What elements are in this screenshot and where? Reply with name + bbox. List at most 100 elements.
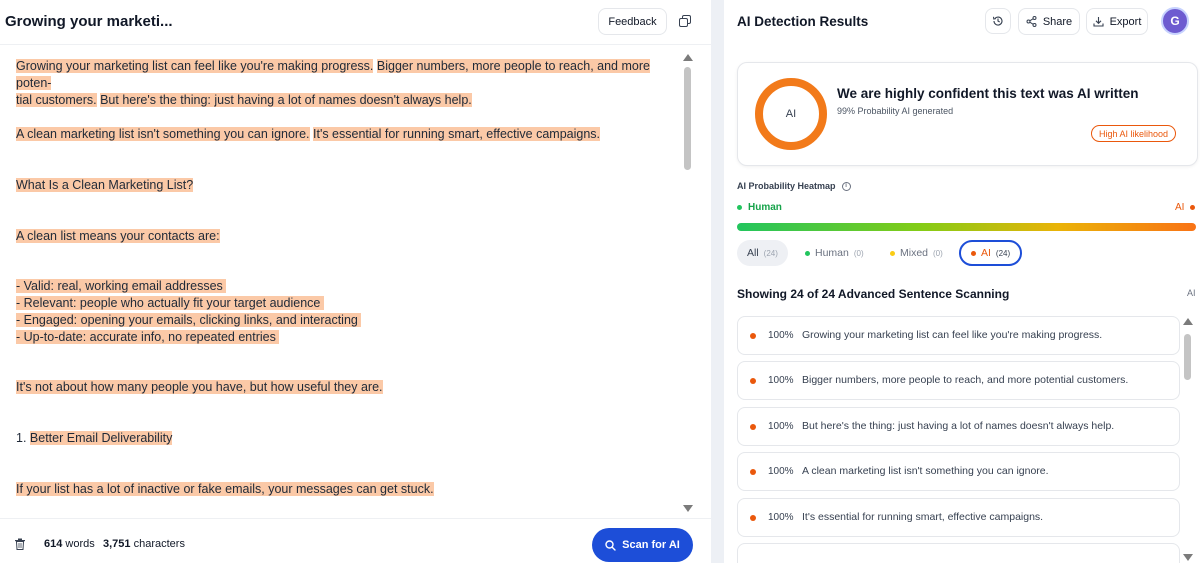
text-editor[interactable]: Growing your marketing list can feel lik…: [16, 55, 666, 515]
ai-score-gauge: AI: [755, 78, 827, 150]
header-divider: [0, 44, 711, 45]
filter-mixed-count: (0): [933, 248, 943, 258]
editor-footer: 614 words 3,751 characters Scan for AI: [0, 518, 711, 563]
highlighted-sentence[interactable]: - Up-to-date: accurate info, no repeated…: [16, 330, 280, 344]
highlighted-sentence[interactable]: - Relevant: people who actually fit your…: [16, 296, 324, 310]
search-icon: [605, 539, 616, 551]
share-button[interactable]: Share: [1018, 8, 1080, 35]
likelihood-badge: High AI likelihood: [1091, 125, 1177, 142]
character-count-label: characters: [133, 538, 185, 550]
highlighted-sentence[interactable]: - Valid: real, working email addresses: [16, 279, 227, 293]
heatmap-gradient-bar: [737, 223, 1196, 231]
feedback-button[interactable]: Feedback: [598, 8, 667, 35]
document-title: Growing your marketi...: [5, 13, 173, 30]
highlighted-sentence[interactable]: Better Email Deliverability: [29, 431, 173, 445]
history-icon: [992, 16, 1003, 26]
ai-dot-icon: [750, 469, 756, 475]
word-count-label: words: [65, 538, 95, 550]
highlighted-sentence[interactable]: What Is a Clean Marketing List?: [16, 178, 194, 192]
heatmap-human-label: Human: [748, 202, 782, 213]
sentence-row[interactable]: 100% Growing your marketing list can fee…: [737, 316, 1180, 355]
sentence-row[interactable]: 100% A clean marketing list isn't someth…: [737, 452, 1180, 491]
highlighted-sentence[interactable]: Growing your marketing list can feel lik…: [16, 59, 374, 73]
sentence-row[interactable]: [737, 543, 1180, 563]
heatmap-label: AI Probability Heatmap: [737, 181, 836, 191]
filter-ai-count: (24): [995, 248, 1011, 258]
panel-divider[interactable]: [711, 0, 724, 563]
scroll-down-icon[interactable]: [683, 505, 693, 512]
sentence-row[interactable]: 100% But here's the thing: just having a…: [737, 407, 1180, 446]
word-count-value: 614: [44, 538, 63, 550]
ai-dot-icon: [750, 515, 756, 521]
ai-dot-icon: [750, 378, 756, 384]
scroll-down-icon[interactable]: [1183, 554, 1193, 561]
heatmap-heading: AI Probability Heatmap i: [737, 181, 851, 191]
human-dot-icon: [737, 205, 742, 210]
paragraph: A clean marketing list isn't something y…: [16, 126, 666, 143]
scroll-up-icon[interactable]: [1183, 318, 1193, 325]
human-dot-icon: [805, 250, 810, 256]
filter-human-count: (0): [853, 248, 864, 258]
highlighted-sentence[interactable]: - Engaged: opening your emails, clicking…: [16, 313, 362, 327]
sentence-score: 100%: [768, 512, 794, 523]
sentence-row[interactable]: 100% It's essential for running smart, e…: [737, 498, 1180, 537]
heatmap-ai-label: AI: [1175, 202, 1185, 213]
filter-mixed[interactable]: Mixed (0): [880, 240, 953, 266]
scan-for-ai-button[interactable]: Scan for AI: [592, 528, 693, 562]
paragraph: It's not about how many people you have,…: [16, 379, 666, 396]
verdict-text: We are highly confident this text was AI…: [837, 86, 1139, 101]
sentence-score: 100%: [768, 466, 794, 477]
editor-panel: Growing your marketi... Feedback Growing…: [0, 0, 711, 563]
editor-scrollbar[interactable]: [681, 52, 695, 514]
copy-icon: [679, 15, 691, 27]
filter-mixed-label: Mixed: [900, 247, 929, 259]
sentence-text: Bigger numbers, more people to reach, an…: [802, 374, 1129, 386]
word-count: 614 words: [44, 538, 95, 550]
filter-all[interactable]: All (24): [737, 240, 788, 266]
highlighted-sentence[interactable]: A clean marketing list isn't something y…: [16, 127, 310, 141]
paragraph: - Valid: real, working email addresses -…: [16, 278, 666, 346]
filter-all-count: (24): [763, 248, 778, 258]
filter-ai-label: AI: [981, 247, 991, 259]
ai-dot-icon: [971, 250, 976, 256]
user-avatar[interactable]: G: [1161, 7, 1189, 35]
sentence-row[interactable]: 100% Bigger numbers, more people to reac…: [737, 361, 1180, 400]
sentence-text: A clean marketing list isn't something y…: [802, 465, 1049, 477]
export-label: Export: [1109, 15, 1142, 28]
info-icon[interactable]: i: [841, 181, 851, 191]
filter-human-label: Human: [815, 247, 849, 259]
scan-for-ai-label: Scan for AI: [622, 539, 680, 551]
verdict-card: AI We are highly confident this text was…: [737, 62, 1198, 166]
paragraph: 1. Better Email Deliverability: [16, 430, 666, 447]
highlighted-sentence[interactable]: tial customers.: [16, 93, 97, 107]
trash-icon[interactable]: [14, 538, 26, 550]
list-number: 1.: [16, 431, 30, 445]
highlighted-sentence[interactable]: If your list has a lot of inactive or fa…: [16, 482, 434, 496]
filter-all-label: All: [747, 247, 759, 259]
share-label: Share: [1042, 15, 1073, 28]
scrollbar-thumb[interactable]: [684, 67, 691, 170]
highlighted-sentence[interactable]: It's essential for running smart, effect…: [313, 127, 601, 141]
highlighted-sentence[interactable]: It's not about how many people you have,…: [16, 380, 383, 394]
download-icon: [1093, 17, 1104, 27]
paragraph: Growing your marketing list can feel lik…: [16, 58, 666, 109]
highlighted-sentence[interactable]: But here's the thing: just having a lot …: [100, 93, 472, 107]
showing-ai-label: AI: [1187, 288, 1196, 298]
showing-summary: Showing 24 of 24 Advanced Sentence Scann…: [737, 287, 1010, 301]
results-panel: AI Detection Results Share Export G AI W…: [724, 0, 1200, 563]
history-button[interactable]: [985, 8, 1011, 34]
filter-human[interactable]: Human (0): [795, 240, 874, 266]
highlighted-sentence[interactable]: A clean list means your contacts are:: [16, 229, 220, 243]
paragraph: If your list has a lot of inactive or fa…: [16, 481, 666, 498]
export-button[interactable]: Export: [1086, 8, 1148, 35]
paragraph: A clean list means your contacts are:: [16, 228, 666, 245]
results-scrollbar[interactable]: [1181, 316, 1195, 563]
probability-text: 99% Probability AI generated: [837, 106, 954, 116]
sentence-score: 100%: [768, 375, 794, 386]
scroll-up-icon[interactable]: [683, 54, 693, 61]
scrollbar-thumb[interactable]: [1184, 334, 1191, 380]
heatmap-human-legend: Human: [737, 202, 782, 213]
mixed-dot-icon: [890, 250, 895, 256]
filter-ai[interactable]: AI (24): [959, 240, 1023, 266]
copy-button[interactable]: [674, 10, 696, 32]
